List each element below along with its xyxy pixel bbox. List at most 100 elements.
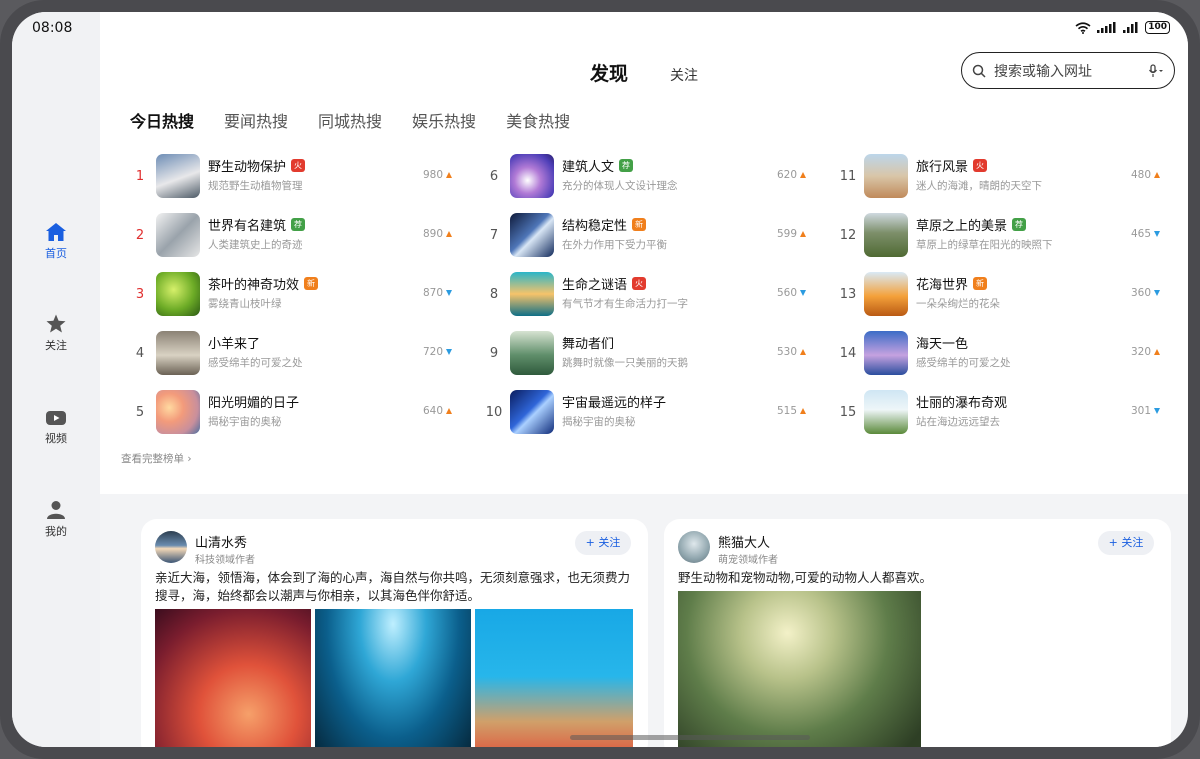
tab-discover[interactable]: 发现 [590, 59, 628, 86]
item-thumbnail[interactable] [864, 272, 908, 316]
hot-list-item[interactable]: 6 建筑人文荐充分的体现人文设计理念 620 [484, 152, 814, 211]
item-title-row[interactable]: 野生动物保护火 [208, 156, 306, 175]
rank-number: 4 [135, 346, 145, 361]
item-title: 世界有名建筑 [208, 219, 287, 234]
hot-list-item[interactable]: 2 世界有名建筑荐人类建筑史上的奇迹 890 [130, 211, 460, 270]
item-title-row[interactable]: 茶叶的神奇功效新 [208, 274, 319, 293]
post-image-diver[interactable] [315, 609, 471, 747]
item-thumbnail[interactable] [156, 272, 200, 316]
item-title-row[interactable]: 生命之谜语火 [562, 274, 647, 293]
sidebar-item-label: 关注 [45, 339, 67, 352]
item-title-row[interactable]: 阳光明媚的日子 [208, 392, 299, 411]
hot-list-item[interactable]: 5 阳光明媚的日子 揭秘宇宙的奥秘 640 [130, 388, 460, 447]
item-thumbnail[interactable] [156, 154, 200, 198]
hot-list-item[interactable]: 8 生命之谜语火有气节才有生命活力打一字 560 [484, 270, 814, 329]
tab-follow[interactable]: 关注 [670, 65, 698, 85]
item-thumbnail[interactable] [510, 331, 554, 375]
hot-list-item[interactable]: 7 结构稳定性新在外力作用下受力平衡 599 [484, 211, 814, 270]
item-title-row[interactable]: 草原之上的美景荐 [916, 215, 1027, 234]
item-title-row[interactable]: 小羊来了 [208, 333, 260, 352]
item-title-row[interactable]: 壮丽的瀑布奇观 [916, 392, 1007, 411]
sidebar-item-home[interactable]: 首页 [12, 222, 100, 261]
item-thumbnail[interactable] [864, 390, 908, 434]
item-thumbnail[interactable] [864, 331, 908, 375]
signal-icon [1123, 22, 1138, 33]
wifi-icon [1075, 21, 1091, 34]
item-title-row[interactable]: 海天一色 [916, 333, 968, 352]
status-bar-right: 100 [1075, 21, 1170, 34]
tab-news-hot[interactable]: 要闻热搜 [224, 108, 288, 132]
tab-today-hot[interactable]: 今日热搜 [130, 108, 194, 132]
item-thumbnail[interactable] [156, 213, 200, 257]
item-thumbnail[interactable] [510, 154, 554, 198]
item-thumbnail[interactable] [864, 213, 908, 257]
follow-button[interactable]: + 关注 [575, 531, 631, 555]
item-thumbnail[interactable] [510, 213, 554, 257]
item-subtitle: 规范野生动植物管理 [208, 180, 303, 192]
follow-button[interactable]: + 关注 [1098, 531, 1154, 555]
item-badge: 新 [973, 277, 988, 290]
avatar[interactable] [155, 531, 187, 563]
trend-down-icon [1154, 290, 1160, 296]
view-all-link[interactable]: 查看完整榜单 › [121, 451, 192, 466]
home-indicator[interactable] [570, 735, 810, 740]
item-thumbnail[interactable] [510, 390, 554, 434]
item-title-row[interactable]: 结构稳定性新 [562, 215, 647, 234]
status-time: 08:08 [32, 20, 73, 36]
hot-list-item[interactable]: 9 舞动者们 跳舞时就像一只美丽的天鹅 530 [484, 329, 814, 388]
avatar[interactable] [678, 531, 710, 563]
hot-list-item[interactable]: 13 花海世界新一朵朵绚烂的花朵 360 [838, 270, 1168, 329]
item-title-row[interactable]: 舞动者们 [562, 333, 614, 352]
post-card[interactable]: 山清水秀 科技领域作者 + 关注 亲近大海，领悟海，体会到了海的心声，海自然与你… [141, 519, 648, 747]
item-subtitle: 有气节才有生命活力打一字 [562, 298, 688, 310]
search-input[interactable]: 搜索或输入网址 [994, 61, 1148, 81]
hot-list-item[interactable]: 1 野生动物保护火规范野生动植物管理 980 [130, 152, 460, 211]
rank-number: 11 [839, 169, 857, 184]
microphone-icon[interactable] [1148, 63, 1164, 78]
trend-down-icon [446, 349, 452, 355]
post-image-coral[interactable] [475, 609, 633, 747]
post-image-anemone[interactable] [155, 609, 311, 747]
item-subtitle: 揭秘宇宙的奥秘 [208, 416, 282, 428]
sidebar-item-follow[interactable]: 关注 [12, 314, 100, 353]
item-thumbnail[interactable] [156, 390, 200, 434]
hot-list-item[interactable]: 11 旅行风景火迷人的海滩，晴朗的天空下 480 [838, 152, 1168, 211]
trend-down-icon [446, 290, 452, 296]
item-title: 旅行风景 [916, 160, 969, 175]
item-title: 野生动物保护 [208, 160, 287, 175]
hot-list-item[interactable]: 4 小羊来了 感受绵羊的可爱之处 720 [130, 329, 460, 388]
item-title-row[interactable]: 花海世界新 [916, 274, 988, 293]
item-title-row[interactable]: 旅行风景火 [916, 156, 988, 175]
item-title-row[interactable]: 宇宙最遥远的样子 [562, 392, 666, 411]
post-card[interactable]: 熊猫大人 萌宠领域作者 + 关注 野生动物和宠物动物,可爱的动物人人都喜欢。 [664, 519, 1171, 747]
item-count: 640 [423, 405, 452, 417]
sidebar-item-video[interactable]: 视频 [12, 409, 100, 446]
sidebar-item-profile[interactable]: 我的 [12, 500, 100, 539]
trend-up-icon [800, 172, 806, 178]
author-name[interactable]: 山清水秀 [195, 532, 247, 551]
hot-list-item[interactable]: 10 宇宙最遥远的样子 揭秘宇宙的奥秘 515 [484, 388, 814, 447]
item-subtitle: 雾绕青山枝叶绿 [208, 298, 282, 310]
item-title-row[interactable]: 世界有名建筑荐 [208, 215, 306, 234]
author-name[interactable]: 熊猫大人 [718, 532, 770, 551]
item-badge: 新 [632, 218, 647, 231]
item-count-value: 720 [422, 346, 443, 358]
item-count-value: 320 [1130, 346, 1151, 358]
item-count: 480 [1131, 169, 1160, 181]
search-box[interactable]: 搜索或输入网址 [961, 52, 1175, 89]
item-thumbnail[interactable] [864, 154, 908, 198]
tab-entertainment-hot[interactable]: 娱乐热搜 [412, 108, 476, 132]
post-image-dog[interactable] [678, 591, 921, 747]
item-thumbnail[interactable] [156, 331, 200, 375]
hot-list-item[interactable]: 3 茶叶的神奇功效新雾绕青山枝叶绿 870 [130, 270, 460, 329]
item-count: 599 [777, 228, 806, 240]
item-thumbnail[interactable] [510, 272, 554, 316]
home-icon [46, 223, 66, 241]
tab-food-hot[interactable]: 美食热搜 [506, 108, 570, 132]
tab-local-hot[interactable]: 同城热搜 [318, 108, 382, 132]
hot-list-item[interactable]: 14 海天一色 感受绵羊的可爱之处 320 [838, 329, 1168, 388]
item-title-row[interactable]: 建筑人文荐 [562, 156, 634, 175]
hot-list-item[interactable]: 12 草原之上的美景荐草原上的绿草在阳光的映照下 465 [838, 211, 1168, 270]
item-subtitle: 揭秘宇宙的奥秘 [562, 416, 636, 428]
hot-list-item[interactable]: 15 壮丽的瀑布奇观 站在海边远远望去 301 [838, 388, 1168, 447]
